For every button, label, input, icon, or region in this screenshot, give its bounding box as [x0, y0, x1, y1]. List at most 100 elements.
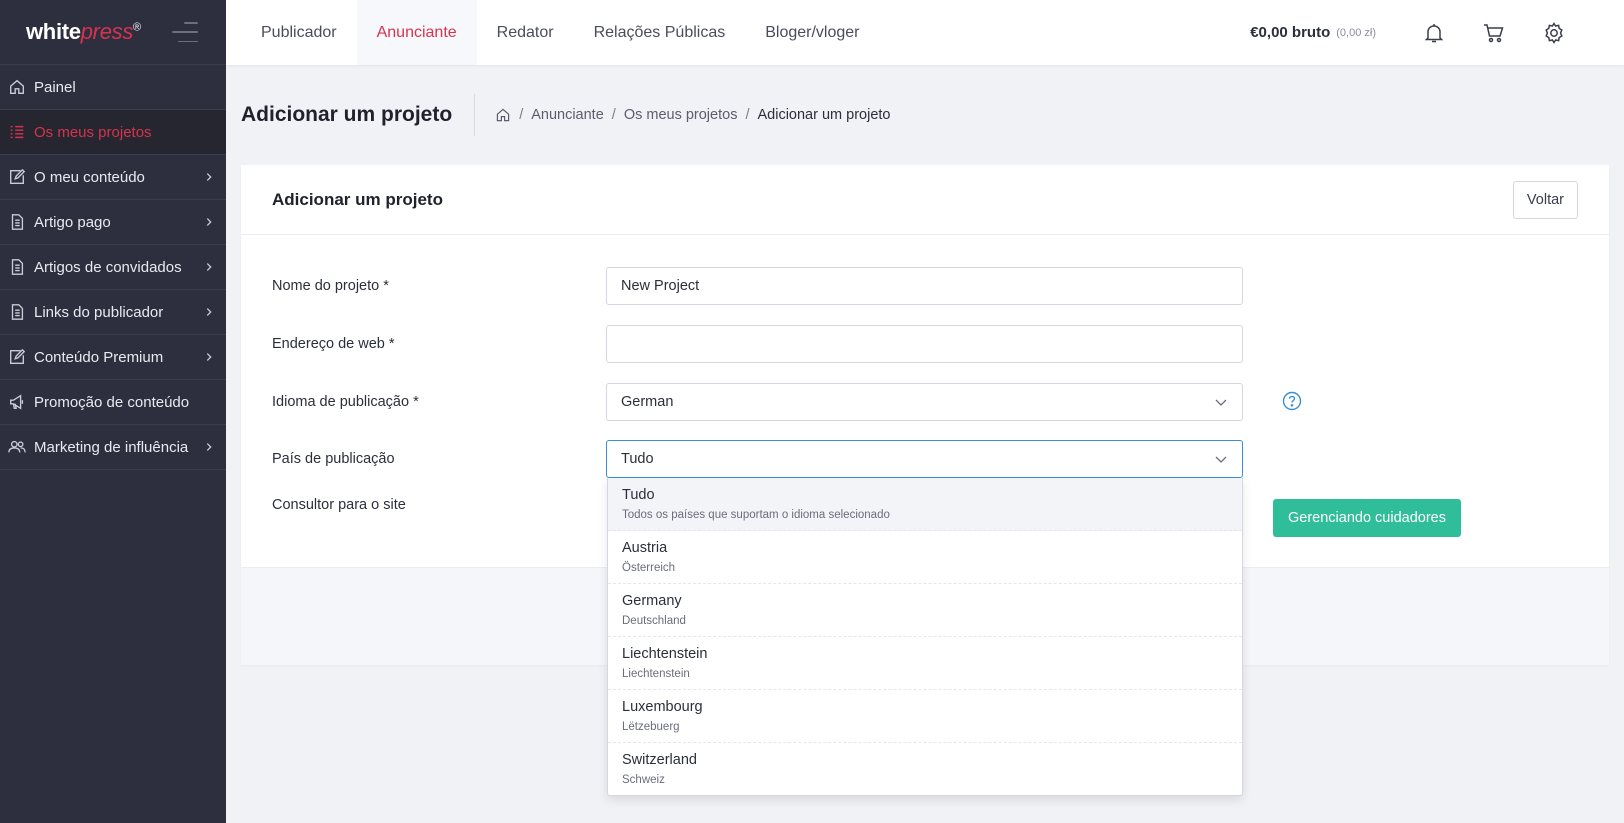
megaphone-icon: [6, 392, 28, 412]
chevron-down-icon: [1214, 395, 1228, 409]
form-row-language: Idioma de publicação * German: [272, 383, 1243, 421]
project-name-label: Nome do projeto *: [272, 278, 389, 294]
option-sublabel: Lëtzebuerg: [622, 721, 680, 733]
dropdown-option-austria[interactable]: Austria Österreich: [608, 531, 1242, 584]
menu-toggle-icon[interactable]: [172, 22, 198, 42]
sidebar-item-painel[interactable]: Painel: [0, 65, 226, 110]
sidebar-item-links-do-publicador[interactable]: Links do publicador: [0, 290, 226, 335]
sidebar-item-o-meu-conteudo[interactable]: O meu conteúdo: [0, 155, 226, 200]
gear-icon[interactable]: [1541, 20, 1567, 46]
dropdown-option-germany[interactable]: Germany Deutschland: [608, 584, 1242, 637]
breadcrumb-current: Adicionar um projeto: [757, 107, 891, 123]
breadcrumb-separator: /: [745, 107, 750, 123]
language-value: German: [621, 394, 674, 410]
sidebar-header: whitepress®: [0, 0, 226, 65]
form-row-web-address: Endereço de web *: [272, 325, 1243, 363]
option-label: Liechtenstein: [622, 646, 708, 662]
balance-pln: (0,00 zł): [1336, 26, 1376, 39]
sidebar-item-os-meus-projetos[interactable]: Os meus projetos: [0, 110, 226, 155]
sidebar-item-artigos-de-convidados[interactable]: Artigos de convidados: [0, 245, 226, 290]
document-icon: [6, 257, 28, 277]
option-sublabel: Liechtenstein: [622, 668, 690, 680]
breadcrumb: / Anunciante / Os meus projetos / Adicio…: [475, 107, 890, 123]
breadcrumb-os-meus-projetos[interactable]: Os meus projetos: [624, 107, 738, 123]
project-name-input[interactable]: New Project: [606, 267, 1243, 305]
home-icon: [6, 77, 28, 97]
chevron-right-icon: [202, 440, 216, 454]
option-label: Tudo: [622, 487, 655, 503]
chevron-right-icon: [202, 260, 216, 274]
breadcrumb-anunciante[interactable]: Anunciante: [531, 107, 604, 123]
country-value: Tudo: [621, 451, 654, 467]
sidebar-item-label: Marketing de influência: [34, 438, 189, 456]
sidebar-item-label: Links do publicador: [34, 303, 164, 321]
sidebar-item-artigo-pago[interactable]: Artigo pago: [0, 200, 226, 245]
tab-bloger-vloger[interactable]: Bloger/vloger: [745, 0, 879, 65]
manage-caretakers-button[interactable]: Gerenciando cuidadores: [1273, 499, 1461, 537]
home-icon[interactable]: [495, 107, 511, 123]
page-title: Adicionar um projeto: [241, 94, 476, 136]
sidebar: whitepress® Painel Os meus projetos O me…: [0, 0, 226, 823]
sidebar-item-conteudo-premium[interactable]: Conteúdo Premium: [0, 335, 226, 380]
dropdown-option-tudo[interactable]: Tudo Todos os países que suportam o idio…: [608, 478, 1242, 531]
breadcrumb-separator: /: [611, 107, 616, 123]
option-sublabel: Österreich: [622, 562, 676, 574]
balance-amount[interactable]: €0,00 bruto: [1250, 24, 1330, 41]
chevron-down-icon: [1214, 452, 1228, 466]
option-label: Germany: [622, 593, 682, 609]
form-row-country: País de publicação Tudo: [272, 440, 1243, 478]
sidebar-item-label: Conteúdo Premium: [34, 348, 164, 366]
help-icon[interactable]: [1282, 391, 1302, 411]
whitepress-logo[interactable]: whitepress®: [26, 19, 141, 45]
chevron-right-icon: [202, 350, 216, 364]
edit-icon: [6, 347, 28, 367]
dropdown-option-luxembourg[interactable]: Luxembourg Lëtzebuerg: [608, 690, 1242, 743]
logo-registered: ®: [133, 21, 141, 34]
sidebar-item-label: Painel: [34, 78, 76, 96]
document-icon: [6, 302, 28, 322]
page-header: Adicionar um projeto / Anunciante / Os m…: [241, 94, 890, 136]
consultant-label: Consultor para o site: [272, 497, 406, 513]
sidebar-nav: Painel Os meus projetos O meu conteúdo A…: [0, 65, 226, 470]
sidebar-item-label: Promoção de conteúdo: [34, 393, 190, 411]
dropdown-option-switzerland[interactable]: Switzerland Schweiz: [608, 743, 1242, 796]
country-label: País de publicação: [272, 451, 395, 467]
language-label: Idioma de publicação *: [272, 394, 419, 410]
option-sublabel: Schweiz: [622, 774, 665, 786]
back-button[interactable]: Voltar: [1512, 180, 1578, 219]
country-dropdown: Tudo Todos os países que suportam o idio…: [607, 478, 1243, 796]
sidebar-item-marketing-de-influencia[interactable]: Marketing de influência: [0, 425, 226, 470]
document-icon: [6, 212, 28, 232]
card-title: Adicionar um projeto: [272, 189, 443, 209]
role-tabs: Publicador Anunciante Redator Relações P…: [226, 0, 880, 65]
tab-publicador[interactable]: Publicador: [241, 0, 357, 65]
tab-relacoes-publicas[interactable]: Relações Públicas: [574, 0, 746, 65]
sidebar-item-label: O meu conteúdo: [34, 168, 145, 186]
option-sublabel: Todos os países que suportam o idioma se…: [622, 509, 890, 521]
card-header: Adicionar um projeto Voltar: [241, 165, 1609, 235]
cart-icon[interactable]: [1481, 20, 1507, 46]
tab-anunciante[interactable]: Anunciante: [356, 0, 477, 65]
option-sublabel: Deutschland: [622, 615, 686, 627]
sidebar-item-promocao-de-conteudo[interactable]: Promoção de conteúdo: [0, 380, 226, 425]
bell-icon[interactable]: [1421, 20, 1447, 46]
form-row-consultant: Consultor para o site: [272, 497, 606, 513]
country-select[interactable]: Tudo: [606, 440, 1243, 478]
language-select[interactable]: German: [606, 383, 1243, 421]
sidebar-item-label: Os meus projetos: [34, 123, 152, 141]
dropdown-option-liechtenstein[interactable]: Liechtenstein Liechtenstein: [608, 637, 1242, 690]
topbar: Publicador Anunciante Redator Relações P…: [226, 0, 1624, 65]
chevron-right-icon: [202, 305, 216, 319]
web-address-label: Endereço de web *: [272, 336, 395, 352]
logo-text-b: press: [80, 19, 134, 44]
sidebar-item-label: Artigos de convidados: [34, 258, 182, 276]
edit-icon: [6, 167, 28, 187]
sidebar-item-label: Artigo pago: [34, 213, 111, 231]
chevron-right-icon: [202, 215, 216, 229]
chevron-right-icon: [202, 170, 216, 184]
breadcrumb-separator: /: [519, 107, 524, 123]
option-label: Austria: [622, 540, 668, 556]
tab-redator[interactable]: Redator: [477, 0, 574, 65]
option-label: Luxembourg: [622, 699, 703, 715]
web-address-input[interactable]: [606, 325, 1243, 363]
